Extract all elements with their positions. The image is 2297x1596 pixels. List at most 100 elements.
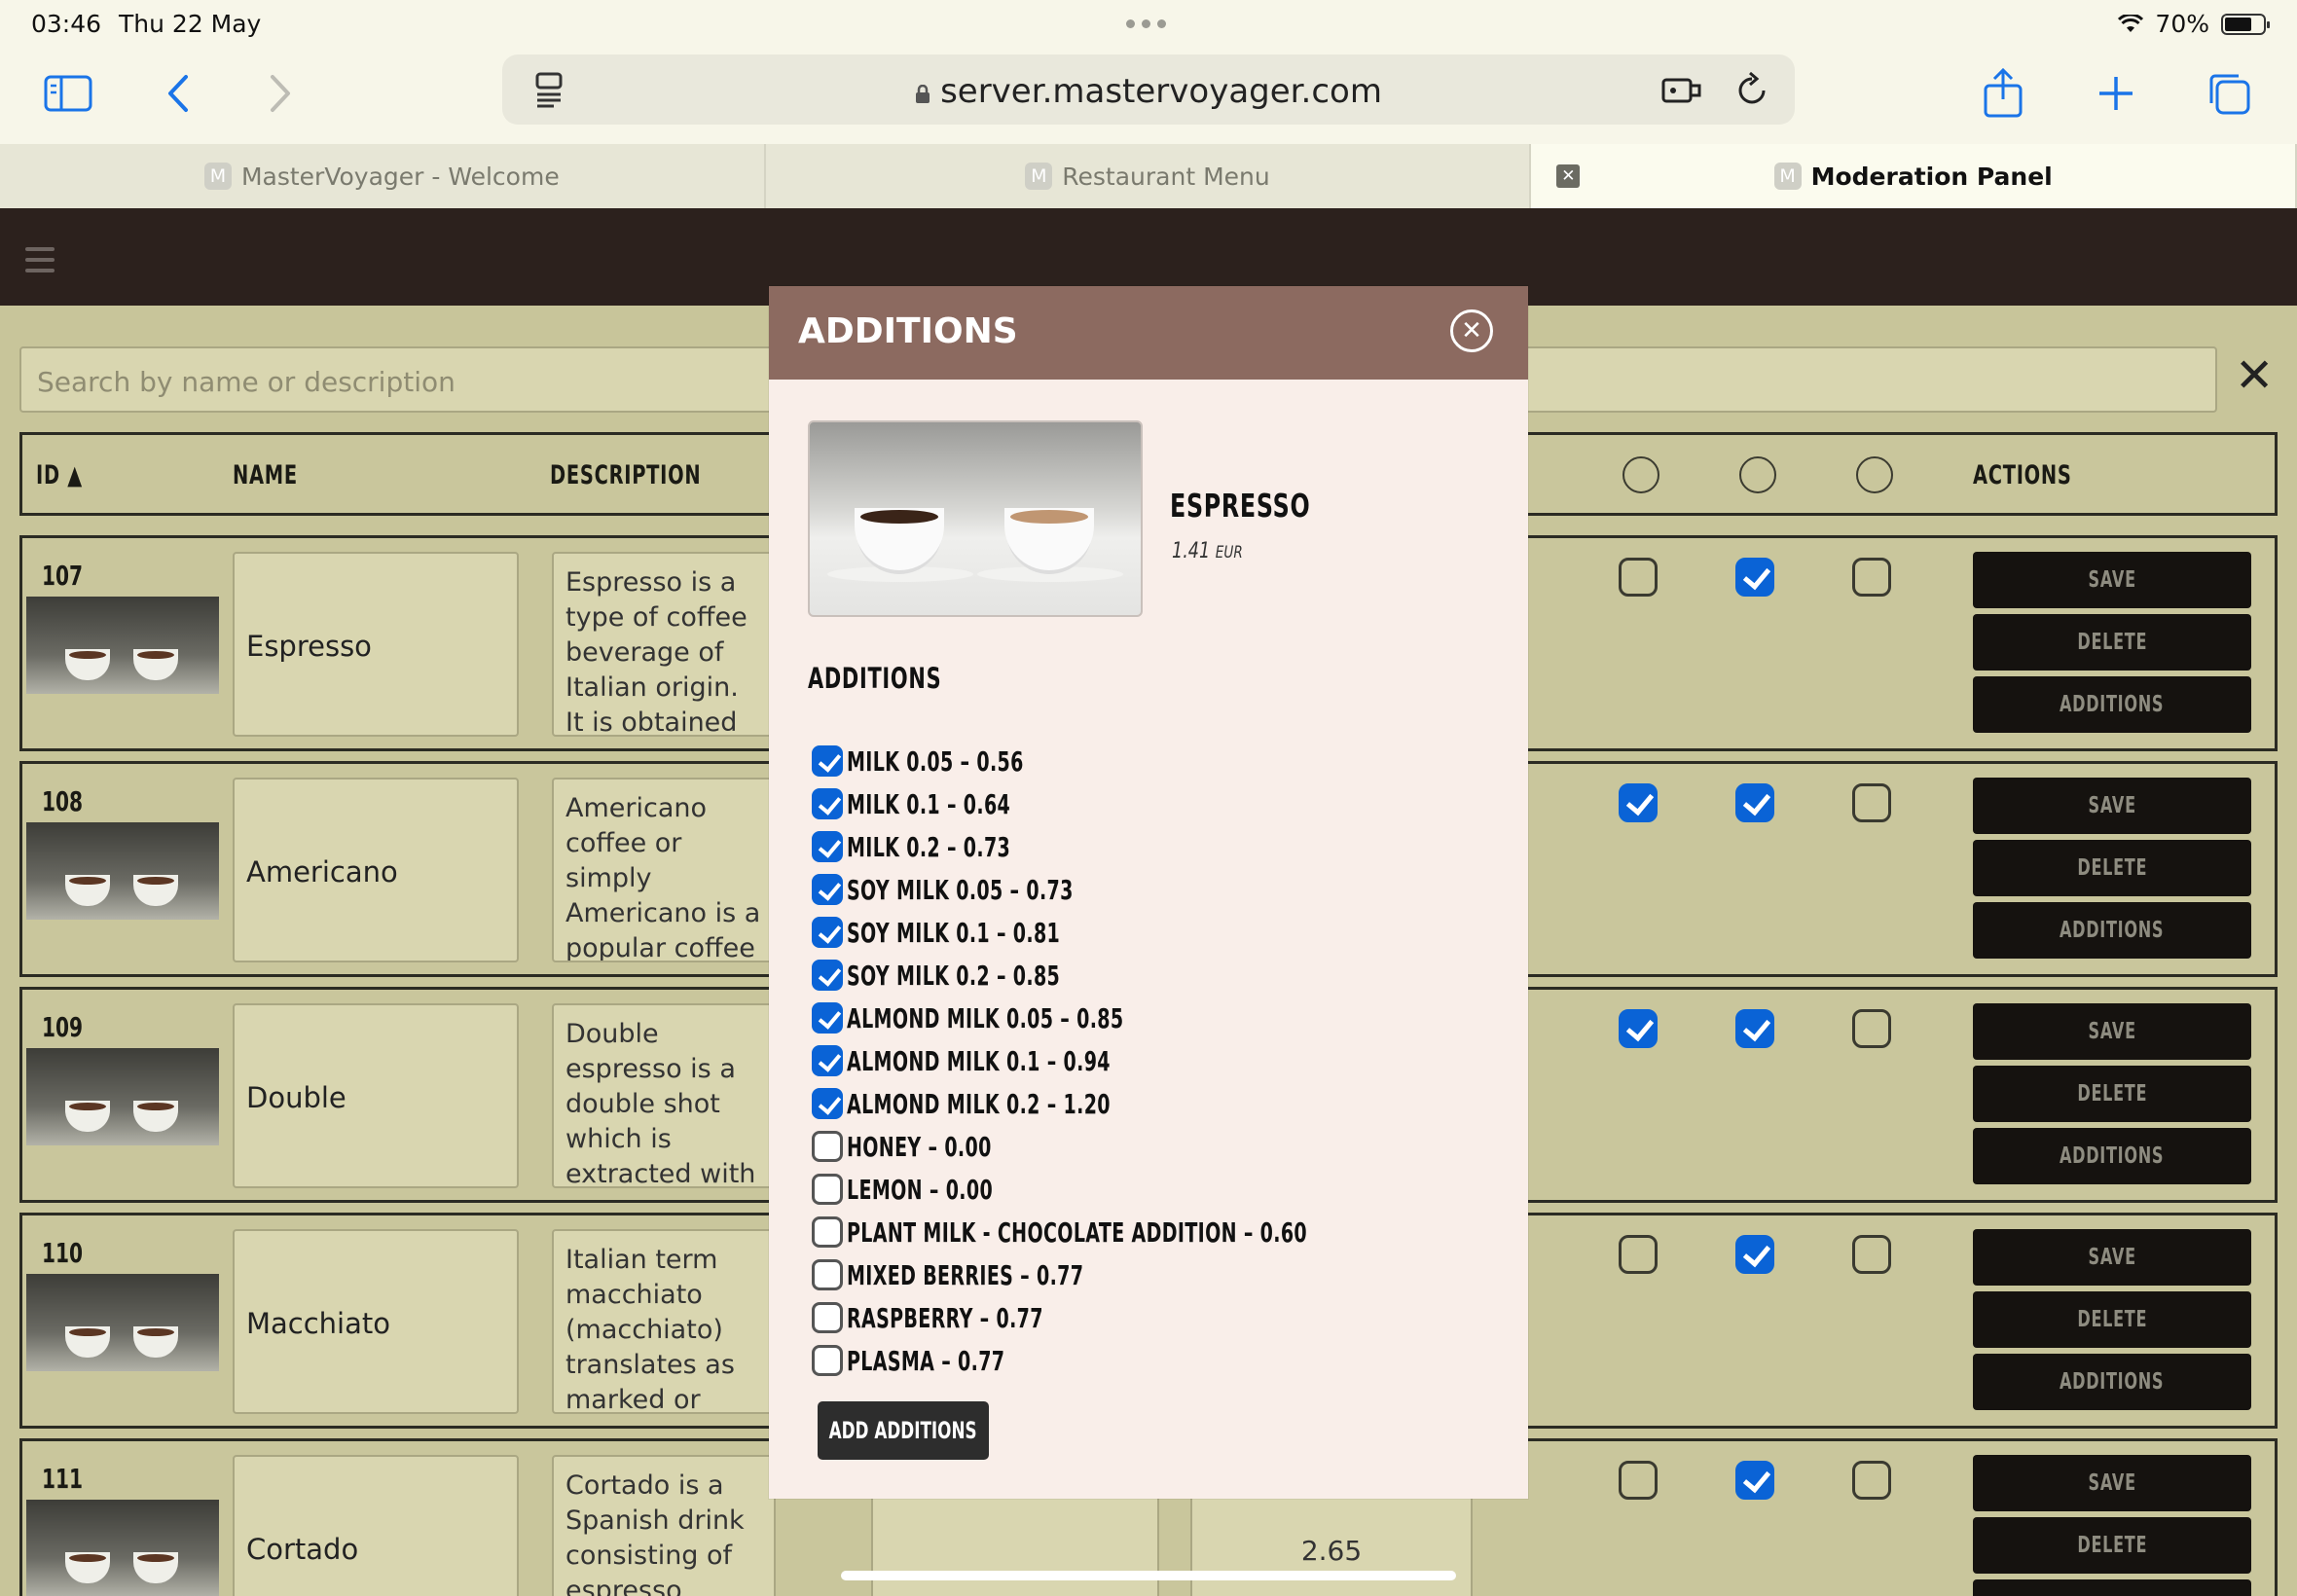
flag-checkbox[interactable] xyxy=(1735,1009,1774,1048)
addition-option[interactable]: MILK 0.2 – 0.73 xyxy=(812,829,1087,864)
addition-checkbox[interactable] xyxy=(812,1002,843,1034)
addition-checkbox[interactable] xyxy=(812,874,843,905)
name-field[interactable]: Macchiato xyxy=(233,1229,519,1414)
save-button[interactable]: SAVE xyxy=(1973,1455,2251,1511)
delete-button[interactable]: DELETE xyxy=(1973,1291,2251,1348)
additions-button[interactable]: ADDITIONS xyxy=(1973,1128,2251,1184)
status-time: 03:46 xyxy=(31,10,102,38)
addition-checkbox[interactable] xyxy=(812,917,843,948)
add-additions-button[interactable]: ADD ADDITIONS xyxy=(818,1401,989,1460)
name-field[interactable]: Double xyxy=(233,1003,519,1188)
share-icon[interactable] xyxy=(1976,66,2030,121)
name-field[interactable]: Cortado xyxy=(233,1455,519,1596)
description-field[interactable]: Double espresso is a double shot which i… xyxy=(552,1003,776,1188)
flag-checkbox[interactable] xyxy=(1735,1235,1774,1274)
addition-option[interactable]: MILK 0.05 – 0.56 xyxy=(812,744,1107,779)
product-thumbnail xyxy=(26,597,219,694)
flag-checkbox[interactable] xyxy=(1735,1461,1774,1500)
description-field[interactable]: Cortado is a Spanish drink consisting of… xyxy=(552,1455,776,1596)
description-field[interactable]: Italian term macchiato (macchiato) trans… xyxy=(552,1229,776,1414)
flag-checkbox[interactable] xyxy=(1852,783,1891,822)
forward-icon[interactable] xyxy=(253,66,308,121)
addition-checkbox[interactable] xyxy=(812,1131,843,1162)
addition-label: SOY MILK 0.05 – 0.73 xyxy=(847,873,1074,906)
sidebar-toggle-icon[interactable] xyxy=(41,66,95,121)
addition-option[interactable]: ALMOND MILK 0.1 – 0.94 xyxy=(812,1043,1234,1078)
delete-button[interactable]: DELETE xyxy=(1973,1066,2251,1122)
addition-checkbox[interactable] xyxy=(812,1088,843,1119)
addition-option[interactable]: SOY MILK 0.2 – 0.85 xyxy=(812,958,1160,993)
additions-button[interactable]: ADDITIONS xyxy=(1973,902,2251,959)
header-id[interactable]: ID ▲ xyxy=(36,460,83,490)
close-icon[interactable]: ✕ xyxy=(1450,309,1493,352)
battery-level xyxy=(2225,17,2251,31)
flag-checkbox[interactable] xyxy=(1619,1009,1658,1048)
tab-mastervoyager-welcome[interactable]: M MasterVoyager - Welcome xyxy=(0,144,766,208)
addition-option[interactable]: MILK 0.1 – 0.64 xyxy=(812,786,1087,821)
flag-checkbox[interactable] xyxy=(1852,1235,1891,1274)
description-field[interactable]: Espresso is a type of coffee beverage of… xyxy=(552,552,776,737)
save-button[interactable]: SAVE xyxy=(1973,552,2251,608)
addition-option[interactable]: SOY MILK 0.1 – 0.81 xyxy=(812,915,1160,950)
additions-button[interactable]: ADDITIONS xyxy=(1973,676,2251,733)
addition-option[interactable]: ALMOND MILK 0.05 – 0.85 xyxy=(812,1000,1254,1035)
back-icon[interactable] xyxy=(151,66,205,121)
save-button[interactable]: SAVE xyxy=(1973,1229,2251,1286)
browser-toolbar: server.mastervoyager.com xyxy=(0,49,2297,144)
product-price: 1.41 EUR xyxy=(1172,539,1243,563)
delete-button[interactable]: DELETE xyxy=(1973,1517,2251,1574)
delete-button[interactable]: DELETE xyxy=(1973,614,2251,671)
name-field[interactable]: Americano xyxy=(233,778,519,962)
close-tab-icon[interactable]: ✕ xyxy=(1556,164,1581,188)
save-button[interactable]: SAVE xyxy=(1973,778,2251,834)
addition-option[interactable]: ALMOND MILK 0.2 – 1.20 xyxy=(812,1086,1234,1121)
header-description[interactable]: DESCRIPTION xyxy=(550,460,701,490)
addition-checkbox[interactable] xyxy=(812,1216,843,1248)
addition-checkbox[interactable] xyxy=(812,831,843,862)
header-name[interactable]: NAME xyxy=(233,460,298,490)
tab-restaurant-menu[interactable]: M Restaurant Menu xyxy=(766,144,1532,208)
addition-label: ALMOND MILK 0.2 – 1.20 xyxy=(847,1087,1111,1120)
flag-checkbox[interactable] xyxy=(1852,1009,1891,1048)
delete-button[interactable]: DELETE xyxy=(1973,840,2251,896)
addition-checkbox[interactable] xyxy=(812,745,843,777)
tabs-overview-icon[interactable] xyxy=(2202,66,2256,121)
addition-option[interactable]: RASPBERRY – 0.77 xyxy=(812,1300,1136,1335)
addition-checkbox[interactable] xyxy=(812,1302,843,1333)
flag-checkbox[interactable] xyxy=(1619,783,1658,822)
flag-checkbox[interactable] xyxy=(1852,558,1891,597)
addition-checkbox[interactable] xyxy=(812,960,843,991)
addition-option[interactable]: SOY MILK 0.05 – 0.73 xyxy=(812,872,1180,907)
description-field[interactable]: Americano coffee or simply Americano is … xyxy=(552,778,776,962)
new-tab-icon[interactable] xyxy=(2089,66,2143,121)
addition-option[interactable]: PLANT MILK - CHOCOLATE ADDITION – 0.60 xyxy=(812,1215,1524,1250)
addition-checkbox[interactable] xyxy=(812,1174,843,1205)
address-bar[interactable]: server.mastervoyager.com xyxy=(502,54,1795,125)
name-field[interactable]: Espresso xyxy=(233,552,519,737)
addition-option[interactable]: HONEY – 0.00 xyxy=(812,1129,1060,1164)
multitasking-dots-icon[interactable] xyxy=(1126,19,1166,28)
clear-search-icon[interactable]: ✕ xyxy=(2235,352,2274,399)
home-indicator[interactable] xyxy=(841,1571,1456,1580)
flag-checkbox[interactable] xyxy=(1619,1235,1658,1274)
battery-icon xyxy=(2221,13,2270,35)
flag-checkbox[interactable] xyxy=(1619,558,1658,597)
flag-checkbox[interactable] xyxy=(1735,783,1774,822)
addition-checkbox[interactable] xyxy=(812,1345,843,1376)
addition-checkbox[interactable] xyxy=(812,788,843,819)
addition-checkbox[interactable] xyxy=(812,1045,843,1076)
extension-icon[interactable] xyxy=(1655,62,1709,117)
addition-option[interactable]: MIXED BERRIES – 0.77 xyxy=(812,1257,1195,1292)
reload-icon[interactable] xyxy=(1725,62,1779,117)
additions-button[interactable]: ADDITIONS xyxy=(1973,1579,2251,1596)
flag-checkbox[interactable] xyxy=(1619,1461,1658,1500)
flag-checkbox[interactable] xyxy=(1735,558,1774,597)
tab-moderation-panel[interactable]: ✕ M Moderation Panel xyxy=(1531,144,2297,208)
flag-checkbox[interactable] xyxy=(1852,1461,1891,1500)
addition-option[interactable]: PLASMA – 0.77 xyxy=(812,1343,1079,1378)
save-button[interactable]: SAVE xyxy=(1973,1003,2251,1060)
addition-option[interactable]: LEMON – 0.00 xyxy=(812,1172,1062,1207)
addition-checkbox[interactable] xyxy=(812,1259,843,1290)
additions-button[interactable]: ADDITIONS xyxy=(1973,1354,2251,1410)
menu-icon[interactable] xyxy=(25,247,55,279)
